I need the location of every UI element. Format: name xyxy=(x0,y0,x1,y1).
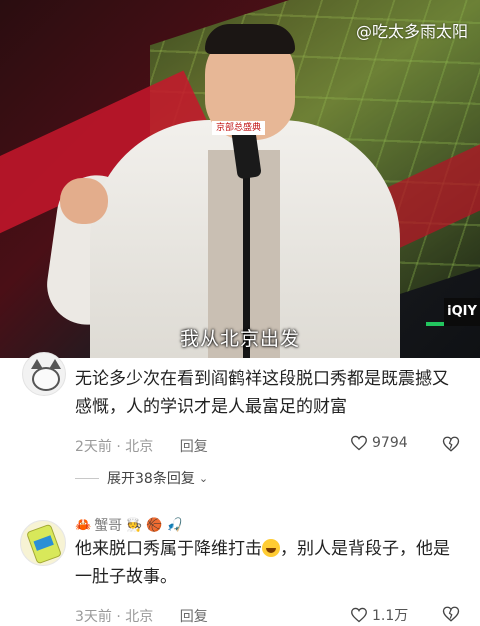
divider xyxy=(75,477,99,479)
comment-text-part: 他来脱口秀属于降维打击 xyxy=(75,539,262,559)
like-button[interactable]: 1.1万 xyxy=(350,605,408,625)
video-frame[interactable]: 京部总盛典 @吃太多雨太阳 我从北京出发 iQIY xyxy=(0,0,480,358)
comment-text: 无论多少次在看到阎鹤祥这段脱口秀都是既震撼又感慨，人的学识才是人最富足的财富 xyxy=(75,369,449,417)
iqiyi-logo: iQIY xyxy=(444,298,480,326)
chef-hat-icon: 🧑‍🍳 xyxy=(126,517,143,533)
performer-hand xyxy=(60,178,108,224)
avatar[interactable] xyxy=(22,352,66,396)
reply-button[interactable]: 回复 xyxy=(180,609,208,625)
reply-button[interactable]: 回复 xyxy=(180,439,208,455)
heart-icon xyxy=(351,435,367,451)
expand-replies[interactable]: 展开38条回复 ⌄ xyxy=(75,468,208,488)
basketball-icon: 🏀 xyxy=(146,517,163,533)
drink-icon xyxy=(25,523,63,565)
logo-accent xyxy=(426,322,444,326)
username[interactable]: 🦀 蟹哥 🧑‍🍳 🏀 🎣 xyxy=(75,515,183,535)
performer-hair xyxy=(205,24,295,54)
comment-meta: 3天前 · 北京 回复 xyxy=(75,606,208,626)
cat-icon-face xyxy=(32,367,60,391)
expand-replies-label: 展开38条回复 xyxy=(107,471,195,487)
like-button[interactable]: 9794 xyxy=(350,435,408,451)
comment-text: 他来脱口秀属于降维打击 ，别人是背段子，他是一肚子故事。 xyxy=(75,535,460,591)
like-count: 1.1万 xyxy=(372,608,409,624)
comment-time: 2天前 · 北京 xyxy=(75,439,154,455)
comment-meta: 2天前 · 北京 回复 xyxy=(75,436,208,456)
comment-time: 3天前 · 北京 xyxy=(75,609,154,625)
avatar[interactable] xyxy=(20,520,66,566)
comment-section: 无论多少次在看到阎鹤祥这段脱口秀都是既震撼又感慨，人的学识才是人最富足的财富 2… xyxy=(0,352,480,626)
chevron-down-icon: ⌄ xyxy=(198,471,209,485)
laughing-emoji-icon xyxy=(262,539,280,557)
like-count: 9794 xyxy=(372,435,408,451)
watermark: @吃太多雨太阳 xyxy=(355,22,468,41)
username-label: 蟹哥 xyxy=(94,518,123,534)
broken-heart-icon[interactable] xyxy=(442,605,460,623)
crab-icon: 🦀 xyxy=(75,517,92,533)
fishing-icon: 🎣 xyxy=(166,517,183,533)
video-subtitle: 我从北京出发 xyxy=(179,328,300,350)
heart-icon xyxy=(351,607,367,623)
broken-heart-icon[interactable] xyxy=(442,435,460,453)
mic-label: 京部总盛典 xyxy=(212,121,266,135)
drink-label xyxy=(33,535,54,551)
